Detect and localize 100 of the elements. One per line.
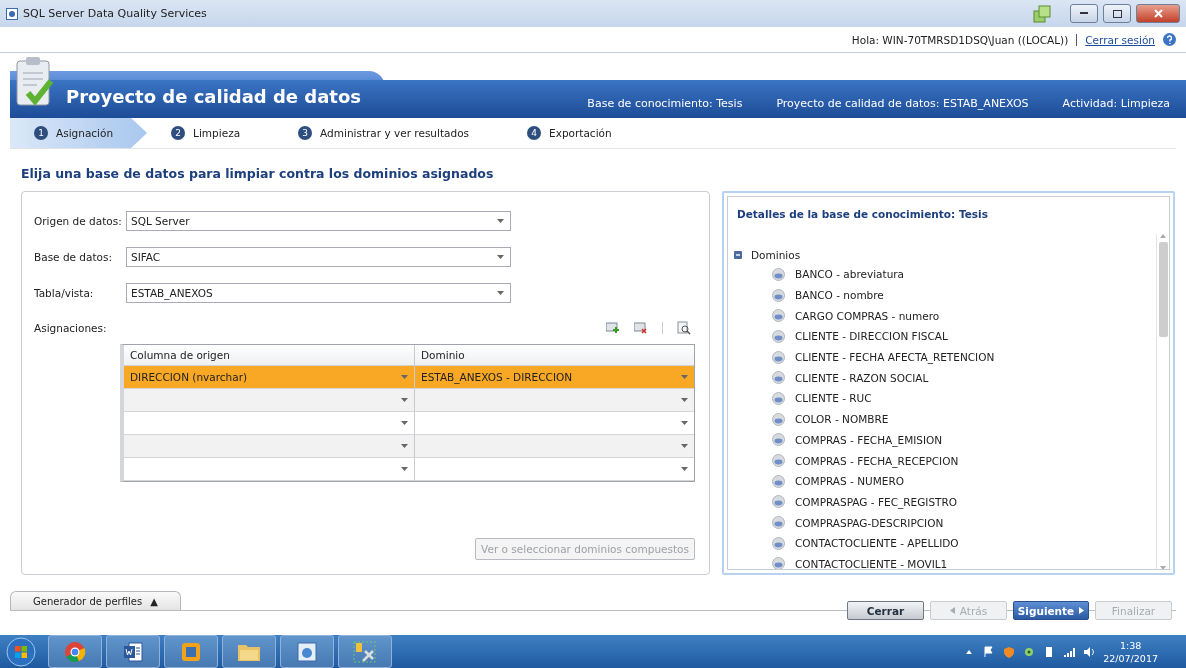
app-icon <box>6 7 18 20</box>
domain-item[interactable]: CLIENTE - RUC <box>772 388 1156 409</box>
domain-item[interactable]: COMPRASPAG - FEC_REGISTRO <box>772 491 1156 513</box>
header-info: Proyecto de calidad de datos: ESTAB_ANEXOS <box>776 97 1029 110</box>
dropdown-caret-icon <box>401 375 408 379</box>
dropdown-caret-icon <box>401 444 408 448</box>
field-label: Base de datos: <box>34 251 114 263</box>
nav-button[interactable]: Siguiente <box>1013 601 1089 620</box>
field-label: Origen de datos: <box>34 215 123 227</box>
dropdown-caret-icon <box>401 398 408 402</box>
sphere-icon <box>772 350 785 364</box>
domain-item[interactable]: COMPRAS - FECHA_RECEPCION <box>772 450 1156 471</box>
taskbar-button[interactable] <box>280 635 334 668</box>
dropdown-caret-icon <box>681 444 688 448</box>
dropdown-cell[interactable] <box>124 389 414 412</box>
domain-item[interactable]: CLIENTE - RAZON SOCIAL <box>772 367 1156 389</box>
domain-item[interactable]: COMPRASPAG-DESCRIPCION <box>772 512 1156 533</box>
add-row-icon[interactable] <box>606 322 620 334</box>
profiler-tab[interactable]: Generador de perfiles ▲ <box>10 591 181 610</box>
right-triangle-icon <box>1079 607 1085 614</box>
logout-link[interactable]: Cerrar sesión <box>1085 33 1155 46</box>
sphere-icon <box>772 309 785 323</box>
domain-item[interactable]: BANCO - nombre <box>772 284 1156 306</box>
taskbar-button[interactable] <box>338 635 392 668</box>
taskbar-button[interactable] <box>106 635 160 668</box>
dropdown-cell[interactable] <box>414 435 694 458</box>
minimize-icon <box>1080 12 1088 15</box>
scroll-thumb[interactable] <box>1158 242 1168 337</box>
domain-item[interactable]: CLIENTE - FECHA AFECTA_RETENCION <box>772 346 1156 368</box>
close-button[interactable] <box>1136 4 1180 23</box>
nav-button[interactable]: Cerrar <box>847 601 924 620</box>
dropdown-cell[interactable]: DIRECCION (nvarchar) <box>124 366 414 389</box>
field-label: Asignaciones: <box>34 322 108 334</box>
domain-item[interactable]: COMPRAS - FECHA_EMISION <box>772 429 1156 451</box>
dropdown-caret-icon <box>681 421 688 425</box>
clock[interactable]: 1:38 22/07/2017 <box>1103 638 1158 665</box>
dropdown-field[interactable]: SQL Server <box>126 211 511 231</box>
field-label: Tabla/vista: <box>34 287 95 299</box>
taskbar-button[interactable] <box>222 635 276 668</box>
domain-item[interactable]: COLOR - NOMBRE <box>772 408 1156 430</box>
user-greeting: Hola: WIN-70TMRSD1DSQ\Juan ((LOCAL)) <box>851 33 1069 46</box>
page-title: Proyecto de calidad de datos <box>66 86 363 107</box>
close-icon <box>1153 9 1163 18</box>
minimize-button[interactable] <box>1070 4 1098 23</box>
tools-icon <box>353 640 377 663</box>
window-app-icon <box>296 640 318 663</box>
sphere-icon <box>772 474 785 488</box>
windows-stack-icon[interactable] <box>1033 4 1051 23</box>
dropdown-cell[interactable] <box>414 458 694 481</box>
tree-node[interactable]: Dominios <box>734 246 1156 264</box>
clipboard-check-icon <box>14 55 54 107</box>
document-w-icon <box>122 640 144 663</box>
scroll-up-icon[interactable] <box>1160 234 1166 238</box>
flag-icon[interactable] <box>983 645 996 658</box>
dropdown-field[interactable]: ESTAB_ANEXOS <box>126 283 511 303</box>
sphere-icon <box>772 516 785 530</box>
sphere-icon <box>772 433 785 447</box>
sphere-icon <box>772 288 785 302</box>
help-icon[interactable] <box>1163 33 1176 46</box>
dropdown-caret-icon <box>497 291 504 295</box>
domain-item[interactable]: CLIENTE - DIRECCION FISCAL <box>772 326 1156 347</box>
dropdown-cell[interactable] <box>414 412 694 435</box>
domain-item[interactable]: CONTACTOCLIENTE - APELLIDO <box>772 532 1156 554</box>
puzzle-icon[interactable] <box>1023 645 1036 658</box>
header-info: Base de conocimiento: Tesis <box>587 97 743 110</box>
header-info: Actividad: Limpieza <box>1062 97 1170 110</box>
square-app-icon <box>180 640 202 663</box>
domain-item[interactable]: BANCO - abreviatura <box>772 264 1156 285</box>
section-heading: Elija una base de datos para limpiar contra los dominios asignados <box>21 166 495 181</box>
grid-row[interactable]: DIRECCION (nvarchar) ESTAB_ANEXOS - DIRECCION <box>124 366 694 389</box>
left-triangle-icon <box>949 607 955 614</box>
dropdown-caret-icon <box>497 255 504 259</box>
dropdown-cell[interactable]: ESTAB_ANEXOS - DIRECCION <box>414 366 694 389</box>
sphere-icon <box>772 495 785 509</box>
shield-icon[interactable] <box>1003 645 1016 658</box>
chrome-icon <box>64 640 86 663</box>
dropdown-caret-icon <box>497 219 504 223</box>
start-button[interactable] <box>6 636 36 667</box>
column-header: Dominio <box>414 345 694 366</box>
sphere-icon <box>772 329 785 343</box>
delete-row-icon[interactable] <box>634 322 648 334</box>
domain-item[interactable]: COMPRAS - NUMERO <box>772 470 1156 492</box>
dropdown-caret-icon <box>401 467 408 471</box>
maximize-icon <box>1112 9 1122 18</box>
wizard-step-tab[interactable]: 1 Asignación <box>10 118 148 148</box>
dropdown-cell[interactable] <box>124 435 414 458</box>
maximize-button[interactable] <box>1103 4 1131 23</box>
dropdown-caret-icon <box>401 421 408 425</box>
collapse-icon[interactable] <box>734 251 742 259</box>
window-title: SQL Server Data Quality Services <box>23 7 207 20</box>
dropdown-cell[interactable] <box>414 389 694 412</box>
domain-item[interactable]: CARGO COMPRAS - numero <box>772 305 1156 327</box>
sphere-icon <box>772 267 785 281</box>
speaker-icon[interactable] <box>1083 645 1096 658</box>
preview-icon[interactable] <box>677 321 691 335</box>
network-icon[interactable] <box>1063 645 1076 658</box>
sphere-icon <box>772 391 785 405</box>
dropdown-field[interactable]: SIFAC <box>126 247 511 267</box>
sphere-icon <box>772 454 785 468</box>
domain-item[interactable]: CONTACTOCLIENTE - MOVIL1 <box>772 553 1156 569</box>
